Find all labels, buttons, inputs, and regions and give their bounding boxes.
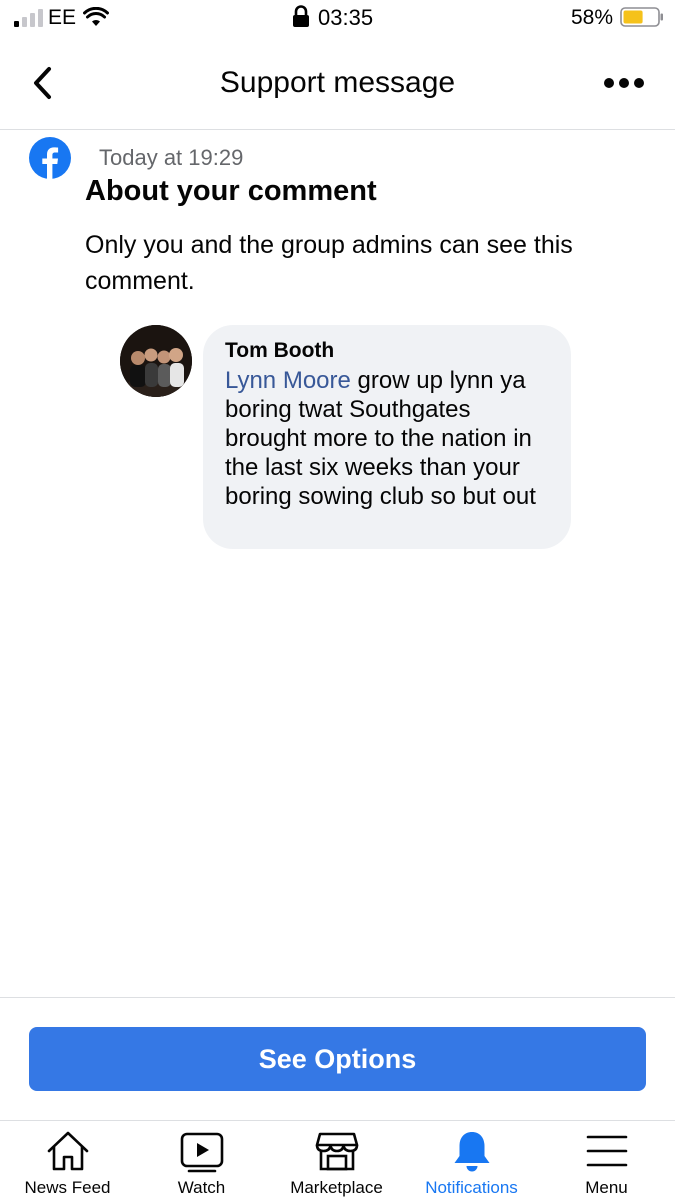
marketplace-icon	[315, 1132, 359, 1171]
tab-notifications[interactable]: Notifications	[404, 1121, 539, 1200]
tab-label: Watch	[177, 1178, 226, 1197]
page-title: Support message	[219, 66, 456, 99]
message-timestamp: Today at 19:29	[99, 145, 244, 170]
signal-icon	[14, 9, 43, 27]
tab-bar: News Feed Watch Marketplace Notification…	[0, 1120, 675, 1200]
lock-icon	[293, 5, 309, 27]
see-options-button[interactable]: See Options	[29, 1027, 646, 1091]
tab-label: Marketplace	[290, 1178, 383, 1197]
status-bar: EE 03:35 58%	[0, 0, 675, 40]
bell-icon	[454, 1132, 490, 1172]
home-icon	[47, 1131, 89, 1171]
message-body: Only you and the group admins can see th…	[85, 231, 573, 295]
tab-news-feed[interactable]: News Feed	[0, 1121, 135, 1200]
comment-bubble: Tom Booth Lynn Moore grow up lynn ya bor…	[203, 325, 571, 549]
video-icon	[180, 1132, 224, 1173]
comment-text: Lynn Moore grow up lynn ya boring twat S…	[225, 366, 553, 511]
message-title: About your comment	[85, 175, 377, 207]
tab-watch[interactable]: Watch	[134, 1121, 269, 1200]
facebook-logo-icon	[29, 137, 71, 179]
tab-label: Notifications	[425, 1178, 518, 1197]
carrier-name: EE	[48, 6, 77, 29]
wifi-icon	[83, 7, 109, 26]
tab-marketplace[interactable]: Marketplace	[269, 1121, 404, 1200]
header: Support message	[0, 40, 675, 130]
avatar[interactable]	[120, 325, 192, 397]
battery-percent: 58%	[571, 6, 614, 29]
avatar-photo	[120, 325, 192, 397]
battery-icon	[620, 7, 663, 27]
mention-link[interactable]: Lynn Moore	[225, 367, 351, 394]
divider	[0, 997, 675, 998]
hamburger-icon	[586, 1135, 628, 1167]
clock: 03:35	[318, 5, 374, 30]
tab-label: Menu	[585, 1178, 628, 1197]
tab-menu[interactable]: Menu	[539, 1121, 674, 1200]
more-dots-icon[interactable]	[602, 76, 646, 90]
comment-author[interactable]: Tom Booth	[225, 339, 553, 363]
tab-label: News Feed	[24, 1178, 111, 1197]
